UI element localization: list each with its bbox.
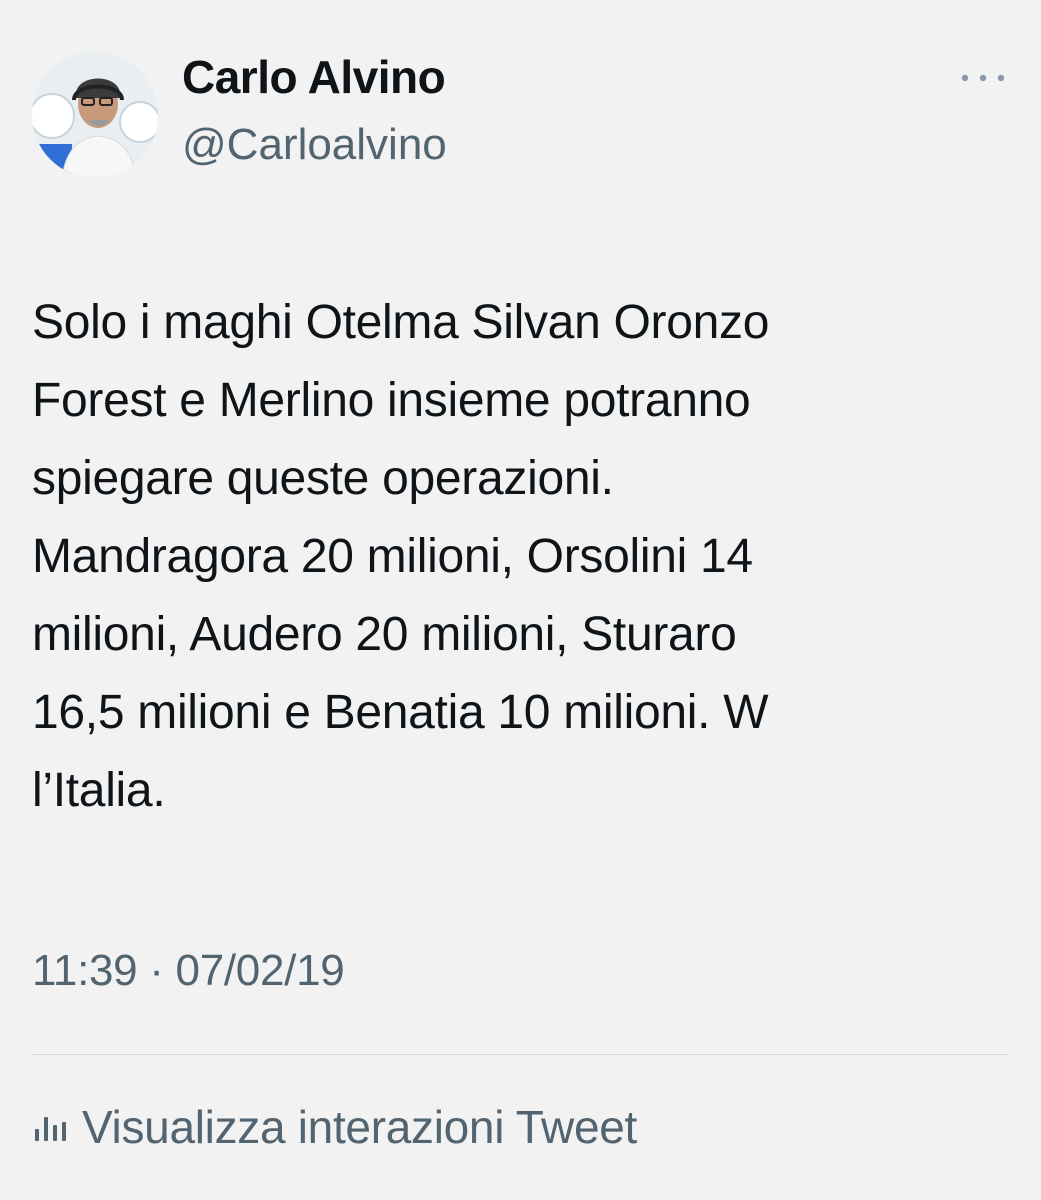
view-tweet-analytics-link[interactable]: Visualizza interazioni Tweet	[32, 1100, 637, 1154]
tweet-text: Solo i maghi Otelma Silvan Oronzo Forest…	[32, 296, 770, 817]
divider	[32, 1054, 1009, 1055]
author-avatar[interactable]	[32, 52, 158, 178]
analytics-bars-icon	[35, 1117, 66, 1141]
author-handle[interactable]: @Carloalvino	[182, 120, 447, 170]
avatar-photo	[32, 52, 158, 178]
more-horizontal-icon	[961, 74, 1005, 82]
more-options-button[interactable]	[955, 60, 1011, 96]
analytics-label: Visualizza interazioni Tweet	[82, 1101, 637, 1153]
tweet-timestamp[interactable]: 11:39 · 07/02/19	[32, 946, 345, 996]
tweet-card: Carlo Alvino @Carloalvino Solo i maghi O…	[0, 0, 1041, 1200]
author-display-name[interactable]: Carlo Alvino	[182, 50, 446, 104]
